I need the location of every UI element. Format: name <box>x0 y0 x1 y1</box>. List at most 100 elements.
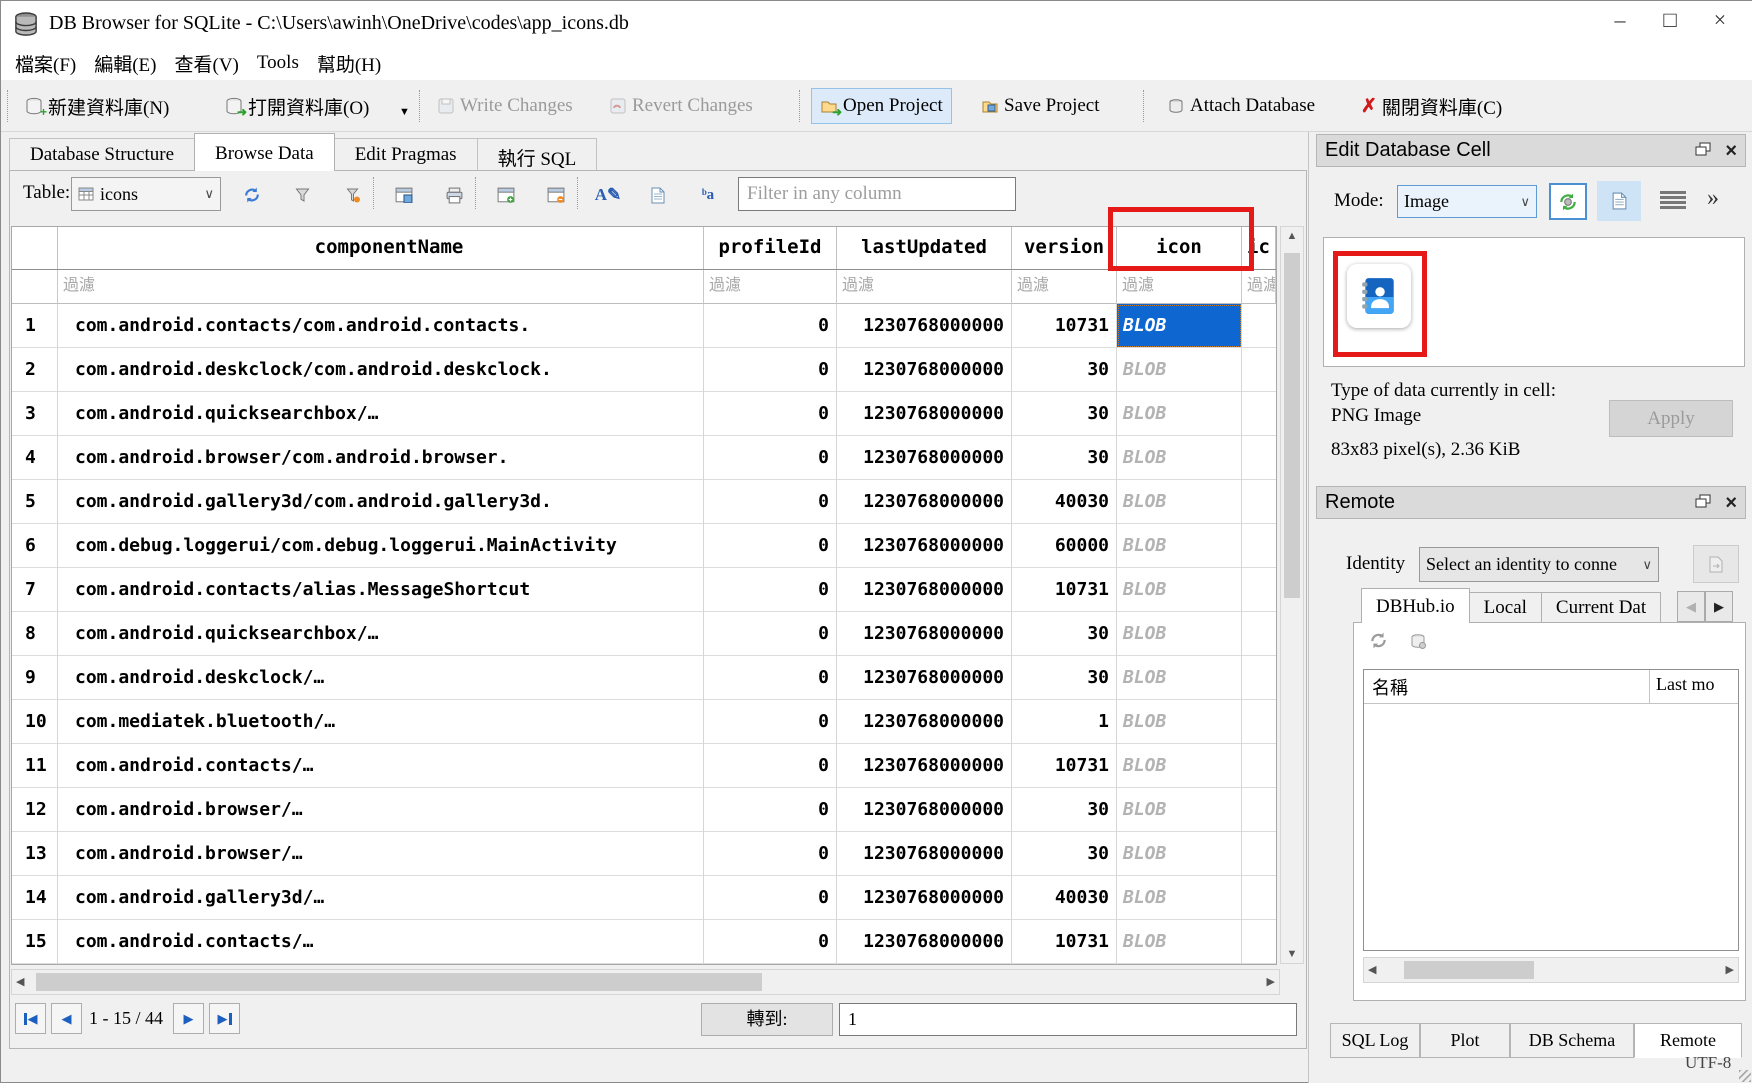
cell-lastUpdated[interactable]: 1230768000000 <box>837 612 1012 656</box>
last-page-button[interactable]: ▶ <box>209 1003 240 1034</box>
cell-version[interactable]: 40030 <box>1012 480 1117 524</box>
next-page-button[interactable]: ▶ <box>173 1003 204 1034</box>
save-project-button[interactable]: Save Project <box>973 88 1108 124</box>
table-row[interactable]: 15 com.android.contacts/… 0 123076800000… <box>12 920 1276 964</box>
cell-componentName[interactable]: com.debug.loggerui/com.debug.loggerui.Ma… <box>58 524 704 568</box>
cell-componentName[interactable]: com.android.deskclock/… <box>58 656 704 700</box>
cell-lastUpdated[interactable]: 1230768000000 <box>837 744 1012 788</box>
cell-componentName[interactable]: com.mediatek.bluetooth/… <box>58 700 704 744</box>
new-database-button[interactable]: + 新建資料庫(N) <box>17 88 177 124</box>
tab-scroll-right-icon[interactable]: ▶ <box>1705 591 1733 622</box>
cell-profileId[interactable]: 0 <box>704 656 837 700</box>
cell-version[interactable]: 40030 <box>1012 876 1117 920</box>
scroll-down-icon[interactable]: ▼ <box>1281 948 1303 960</box>
cell-overflow[interactable] <box>1242 480 1276 524</box>
close-panel-icon[interactable]: × <box>1725 493 1737 513</box>
cell-lastUpdated[interactable]: 1230768000000 <box>837 524 1012 568</box>
remote-tab[interactable]: Local <box>1469 592 1542 623</box>
remote-list-column-name[interactable]: 名稱 <box>1364 670 1650 703</box>
remote-horizontal-scrollbar[interactable]: ◀ ▶ <box>1363 957 1739 983</box>
cell-version[interactable]: 10731 <box>1012 920 1117 964</box>
filter-cell[interactable]: 過濾 <box>704 270 837 304</box>
cell-profileId[interactable]: 0 <box>704 436 837 480</box>
cell-componentName[interactable]: com.android.contacts/… <box>58 744 704 788</box>
cell-version[interactable]: 30 <box>1012 612 1117 656</box>
word-wrap-icon[interactable] <box>1658 189 1688 213</box>
table-vertical-scrollbar[interactable]: ▲ ▼ <box>1280 226 1304 964</box>
cell-version[interactable]: 10731 <box>1012 744 1117 788</box>
table-selector-combobox[interactable]: icons ∨ <box>71 177 221 211</box>
save-results-icon[interactable] <box>391 182 417 208</box>
cell-lastUpdated[interactable]: 1230768000000 <box>837 700 1012 744</box>
menu-item[interactable]: 檔案(F) <box>11 48 90 79</box>
cell-lastUpdated[interactable]: 1230768000000 <box>837 480 1012 524</box>
cell-profileId[interactable]: 0 <box>704 788 837 832</box>
goto-row-input[interactable] <box>839 1003 1297 1036</box>
close-panel-icon[interactable]: × <box>1725 141 1737 161</box>
cell-lastUpdated[interactable]: 1230768000000 <box>837 788 1012 832</box>
cell-componentName[interactable]: com.android.gallery3d/com.android.galler… <box>58 480 704 524</box>
dock-tab-db-schema[interactable]: DB Schema <box>1510 1023 1634 1058</box>
cell-lastUpdated[interactable]: 1230768000000 <box>837 876 1012 920</box>
cell-profileId[interactable]: 0 <box>704 304 837 348</box>
cell-icon-blob[interactable]: BLOB <box>1117 612 1242 656</box>
remote-database-list[interactable]: 名稱 Last mo <box>1363 669 1739 951</box>
revert-changes-button[interactable]: Revert Changes <box>601 88 761 124</box>
column-header-componentName[interactable]: componentName <box>58 227 704 269</box>
table-row[interactable]: 1 com.android.contacts/com.android.conta… <box>12 304 1276 348</box>
table-row[interactable]: 4 com.android.browser/com.android.browse… <box>12 436 1276 480</box>
close-database-button[interactable]: ✗ 關閉資料庫(C) <box>1353 88 1510 124</box>
cell-componentName[interactable]: com.android.contacts/alias.MessageShortc… <box>58 568 704 612</box>
cell-profileId[interactable]: 0 <box>704 832 837 876</box>
cell-version[interactable]: 10731 <box>1012 568 1117 612</box>
cell-overflow[interactable] <box>1242 436 1276 480</box>
minimize-button[interactable]: – <box>1595 3 1645 39</box>
more-tools-chevron-icon[interactable]: » <box>1707 185 1719 212</box>
filter-cell[interactable]: 過濾 <box>58 270 704 304</box>
filter-input[interactable] <box>738 177 1016 211</box>
cell-lastUpdated[interactable]: 1230768000000 <box>837 568 1012 612</box>
cell-icon-blob[interactable]: BLOB <box>1117 788 1242 832</box>
attach-database-button[interactable]: Attach Database <box>1159 88 1323 124</box>
table-row[interactable]: 9 com.android.deskclock/… 0 123076800000… <box>12 656 1276 700</box>
remote-list-column-modified[interactable]: Last mo <box>1650 670 1738 703</box>
cell-profileId[interactable]: 0 <box>704 392 837 436</box>
table-horizontal-scrollbar[interactable]: ◀ ▶ <box>11 969 1280 995</box>
cell-icon-blob[interactable]: BLOB <box>1117 392 1242 436</box>
cell-lastUpdated[interactable]: 1230768000000 <box>837 656 1012 700</box>
cell-lastUpdated[interactable]: 1230768000000 <box>837 832 1012 876</box>
cell-version[interactable]: 30 <box>1012 832 1117 876</box>
cell-lastUpdated[interactable]: 1230768000000 <box>837 348 1012 392</box>
cell-version[interactable]: 1 <box>1012 700 1117 744</box>
cell-version[interactable]: 30 <box>1012 348 1117 392</box>
cell-version[interactable]: 30 <box>1012 392 1117 436</box>
goto-button[interactable]: 轉到: <box>701 1003 833 1036</box>
open-database-dropdown-arrow[interactable]: ▼ <box>399 106 410 118</box>
prev-page-button[interactable]: ◀ <box>51 1003 82 1034</box>
filter-funnel-icon[interactable] <box>289 182 315 208</box>
table-row[interactable]: 10 com.mediatek.bluetooth/… 0 1230768000… <box>12 700 1276 744</box>
undock-icon[interactable] <box>1695 139 1711 162</box>
delete-record-icon[interactable] <box>543 182 569 208</box>
cell-componentName[interactable]: com.android.browser/com.android.browser. <box>58 436 704 480</box>
cell-lastUpdated[interactable]: 1230768000000 <box>837 920 1012 964</box>
maximize-button[interactable]: □ <box>1645 3 1695 39</box>
table-row[interactable]: 11 com.android.contacts/… 0 123076800000… <box>12 744 1276 788</box>
cell-overflow[interactable] <box>1242 832 1276 876</box>
dock-tab-sql-log[interactable]: SQL Log <box>1330 1023 1420 1058</box>
cell-profileId[interactable]: 0 <box>704 876 837 920</box>
table-row[interactable]: 6 com.debug.loggerui/com.debug.loggerui.… <box>12 524 1276 568</box>
main-tab[interactable]: Edit Pragmas <box>334 138 478 171</box>
cell-componentName[interactable]: com.android.quicksearchbox/… <box>58 392 704 436</box>
cell-componentName[interactable]: com.android.contacts/… <box>58 920 704 964</box>
cell-profileId[interactable]: 0 <box>704 612 837 656</box>
cell-version[interactable]: 30 <box>1012 436 1117 480</box>
cell-icon-blob[interactable]: BLOB <box>1117 656 1242 700</box>
cell-overflow[interactable] <box>1242 876 1276 920</box>
cell-componentName[interactable]: com.android.contacts/com.android.contact… <box>58 304 704 348</box>
horizontal-scroll-thumb[interactable] <box>36 973 762 991</box>
filter-cell[interactable]: 過濾 <box>837 270 1012 304</box>
cell-componentName[interactable]: com.android.browser/… <box>58 832 704 876</box>
text-view-button[interactable] <box>1597 181 1641 221</box>
cell-overflow[interactable] <box>1242 568 1276 612</box>
